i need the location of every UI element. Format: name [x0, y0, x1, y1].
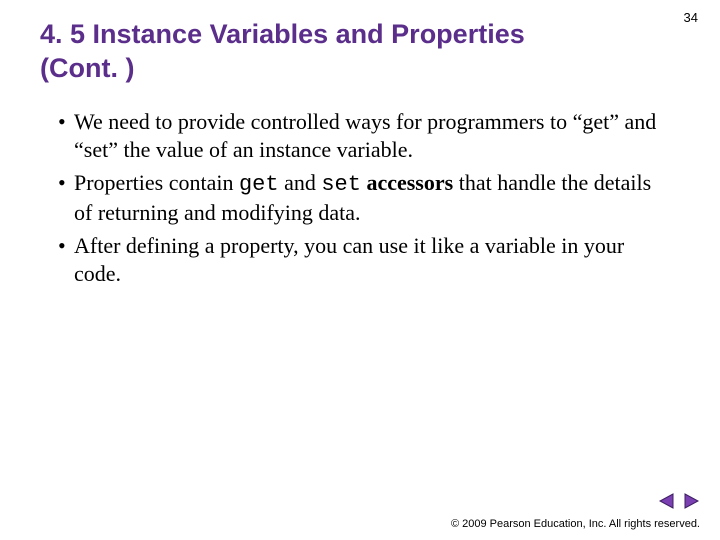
page-number: 34 — [684, 10, 698, 25]
next-slide-button[interactable] — [682, 492, 700, 510]
list-item: After defining a property, you can use i… — [58, 232, 658, 287]
slide-title: 4. 5 Instance Variables and Properties (… — [40, 18, 560, 86]
slide-body: We need to provide controlled ways for p… — [58, 108, 658, 293]
nav-controls — [658, 492, 700, 510]
copyright-footer: © 2009 Pearson Education, Inc. All right… — [451, 518, 700, 530]
bullet-text: We need to provide controlled ways for p… — [74, 109, 656, 162]
bullet-text: After defining a property, you can use i… — [74, 233, 624, 286]
prev-slide-button[interactable] — [658, 492, 676, 510]
slide: { "page_number": "34", "title": "4. 5 In… — [0, 0, 720, 540]
code-text: get — [239, 172, 279, 197]
bullet-text: Properties contain — [74, 170, 239, 195]
code-text: set — [321, 172, 361, 197]
accessor-term: accessors — [361, 170, 453, 195]
list-item: Properties contain get and set accessors… — [58, 169, 658, 226]
bullet-text: and — [279, 170, 322, 195]
bullet-list: We need to provide controlled ways for p… — [58, 108, 658, 287]
list-item: We need to provide controlled ways for p… — [58, 108, 658, 163]
triangle-left-icon — [658, 492, 676, 510]
triangle-right-icon — [682, 492, 700, 510]
